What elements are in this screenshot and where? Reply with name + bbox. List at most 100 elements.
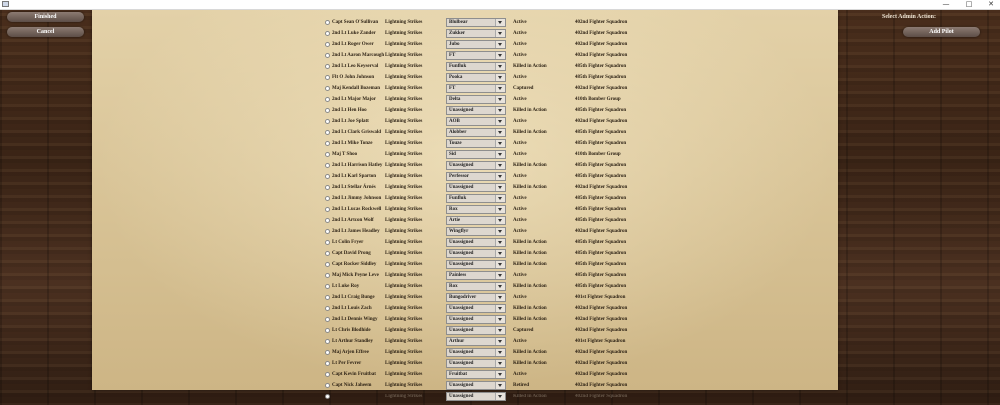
chevron-down-icon[interactable] (495, 107, 505, 114)
minimize-icon[interactable]: — (940, 0, 952, 9)
callsign-dropdown[interactable]: Unassigned (446, 381, 506, 390)
pilot-select-radio[interactable] (325, 130, 330, 135)
pilot-select-radio[interactable] (325, 251, 330, 256)
callsign-dropdown[interactable]: Unassigned (446, 106, 506, 115)
chevron-down-icon[interactable] (495, 360, 505, 367)
chevron-down-icon[interactable] (495, 349, 505, 356)
callsign-dropdown[interactable]: Alobber (446, 128, 506, 137)
callsign-dropdown[interactable]: Unassigned (446, 238, 506, 247)
callsign-dropdown[interactable]: Pooka (446, 73, 506, 82)
chevron-down-icon[interactable] (495, 184, 505, 191)
callsign-dropdown[interactable]: Unassigned (446, 359, 506, 368)
chevron-down-icon[interactable] (495, 140, 505, 147)
pilot-select-radio[interactable] (325, 394, 330, 399)
callsign-dropdown[interactable]: Unassigned (446, 260, 506, 269)
pilot-select-radio[interactable] (325, 86, 330, 91)
chevron-down-icon[interactable] (495, 195, 505, 202)
callsign-dropdown[interactable]: Unassigned (446, 348, 506, 357)
pilot-select-radio[interactable] (325, 339, 330, 344)
pilot-select-radio[interactable] (325, 273, 330, 278)
callsign-dropdown[interactable]: Zukker (446, 29, 506, 38)
chevron-down-icon[interactable] (495, 151, 505, 158)
callsign-dropdown[interactable]: Bungodriver (446, 293, 506, 302)
callsign-dropdown[interactable]: FT (446, 51, 506, 60)
callsign-dropdown[interactable]: Rox (446, 205, 506, 214)
pilot-select-radio[interactable] (325, 20, 330, 25)
pilot-select-radio[interactable] (325, 141, 330, 146)
pilot-select-radio[interactable] (325, 284, 330, 289)
callsign-dropdown[interactable]: Touze (446, 139, 506, 148)
chevron-down-icon[interactable] (495, 250, 505, 257)
chevron-down-icon[interactable] (495, 162, 505, 169)
chevron-down-icon[interactable] (495, 96, 505, 103)
callsign-dropdown[interactable]: Rox (446, 282, 506, 291)
pilot-select-radio[interactable] (325, 163, 330, 168)
callsign-dropdown[interactable]: Unassigned (446, 161, 506, 170)
chevron-down-icon[interactable] (495, 338, 505, 345)
callsign-dropdown[interactable]: Blulbear (446, 18, 506, 27)
chevron-down-icon[interactable] (495, 327, 505, 334)
callsign-dropdown[interactable]: Unassigned (446, 315, 506, 324)
pilot-select-radio[interactable] (325, 108, 330, 113)
callsign-dropdown[interactable]: Fruitbat (446, 370, 506, 379)
chevron-down-icon[interactable] (495, 74, 505, 81)
callsign-dropdown[interactable]: Unassigned (446, 304, 506, 313)
pilot-select-radio[interactable] (325, 207, 330, 212)
callsign-dropdown[interactable]: Wingflyr (446, 227, 506, 236)
pilot-select-radio[interactable] (325, 64, 330, 69)
pilot-select-radio[interactable] (325, 295, 330, 300)
chevron-down-icon[interactable] (495, 41, 505, 48)
chevron-down-icon[interactable] (495, 85, 505, 92)
pilot-select-radio[interactable] (325, 97, 330, 102)
chevron-down-icon[interactable] (495, 272, 505, 279)
chevron-down-icon[interactable] (495, 371, 505, 378)
callsign-dropdown[interactable]: Sid (446, 150, 506, 159)
chevron-down-icon[interactable] (495, 19, 505, 26)
pilot-select-radio[interactable] (325, 75, 330, 80)
chevron-down-icon[interactable] (495, 206, 505, 213)
pilot-select-radio[interactable] (325, 350, 330, 355)
callsign-dropdown[interactable]: Painless (446, 271, 506, 280)
callsign-dropdown[interactable]: Funfluk (446, 194, 506, 203)
chevron-down-icon[interactable] (495, 393, 505, 400)
pilot-select-radio[interactable] (325, 174, 330, 179)
callsign-dropdown[interactable]: Unassigned (446, 326, 506, 335)
chevron-down-icon[interactable] (495, 217, 505, 224)
callsign-dropdown[interactable]: Unassigned (446, 183, 506, 192)
pilot-select-radio[interactable] (325, 119, 330, 124)
maximize-icon[interactable]: □ (963, 0, 975, 9)
pilot-select-radio[interactable] (325, 240, 330, 245)
chevron-down-icon[interactable] (495, 305, 505, 312)
pilot-select-radio[interactable] (325, 328, 330, 333)
chevron-down-icon[interactable] (495, 129, 505, 136)
pilot-select-radio[interactable] (325, 53, 330, 58)
chevron-down-icon[interactable] (495, 261, 505, 268)
callsign-dropdown[interactable]: Unassigned (446, 249, 506, 258)
chevron-down-icon[interactable] (495, 63, 505, 70)
close-icon[interactable]: ✕ (985, 0, 997, 9)
pilot-select-radio[interactable] (325, 317, 330, 322)
chevron-down-icon[interactable] (495, 52, 505, 59)
pilot-select-radio[interactable] (325, 262, 330, 267)
chevron-down-icon[interactable] (495, 228, 505, 235)
pilot-select-radio[interactable] (325, 306, 330, 311)
chevron-down-icon[interactable] (495, 173, 505, 180)
chevron-down-icon[interactable] (495, 316, 505, 323)
callsign-dropdown[interactable]: FT (446, 84, 506, 93)
pilot-select-radio[interactable] (325, 372, 330, 377)
chevron-down-icon[interactable] (495, 239, 505, 246)
callsign-dropdown[interactable]: Perfessor (446, 172, 506, 181)
chevron-down-icon[interactable] (495, 283, 505, 290)
callsign-dropdown[interactable]: Unassigned (446, 392, 506, 401)
chevron-down-icon[interactable] (495, 382, 505, 389)
pilot-select-radio[interactable] (325, 42, 330, 47)
callsign-dropdown[interactable]: Funfluk (446, 62, 506, 71)
pilot-select-radio[interactable] (325, 185, 330, 190)
pilot-select-radio[interactable] (325, 229, 330, 234)
pilot-select-radio[interactable] (325, 31, 330, 36)
pilot-select-radio[interactable] (325, 196, 330, 201)
pilot-select-radio[interactable] (325, 383, 330, 388)
callsign-dropdown[interactable]: Jubo (446, 40, 506, 49)
pilot-select-radio[interactable] (325, 361, 330, 366)
pilot-select-radio[interactable] (325, 152, 330, 157)
